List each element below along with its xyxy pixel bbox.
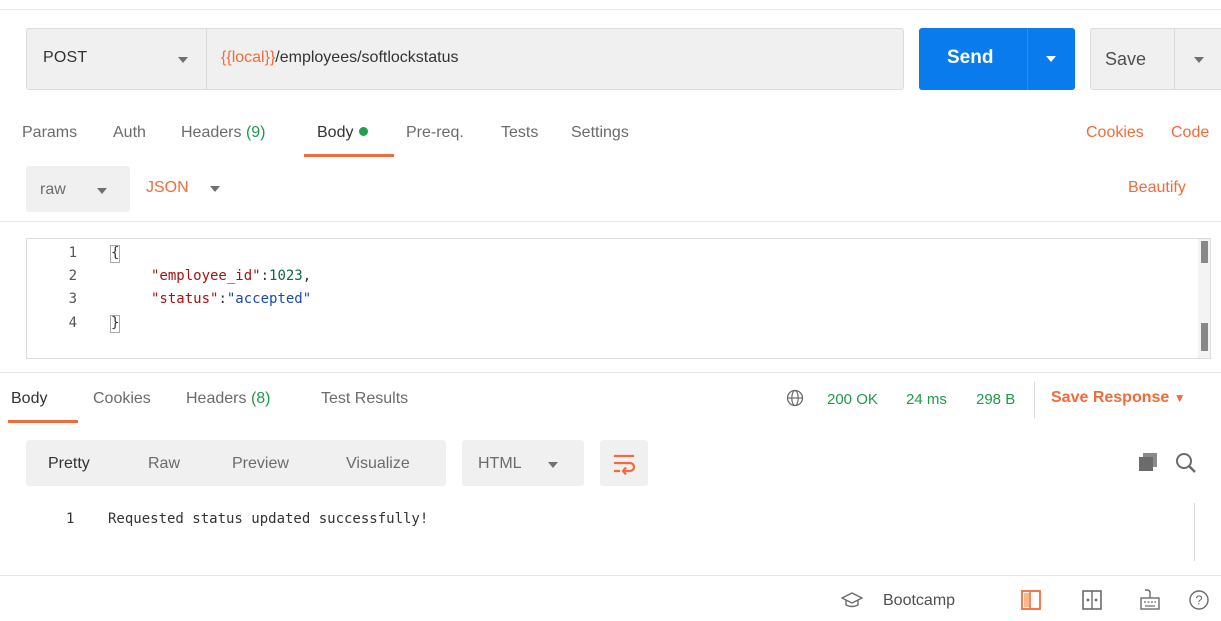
tab-body-label: Body [317, 124, 354, 141]
tab-tests[interactable]: Tests [501, 124, 538, 142]
request-body-editor[interactable]: 1 2 3 4 { "employee_id":1023, "status":"… [26, 238, 1211, 359]
tab-headers-count: (9) [245, 124, 266, 141]
wrap-lines-button[interactable] [600, 440, 648, 486]
status-divider [1034, 382, 1035, 418]
chevron-down-icon [178, 57, 188, 63]
tab-params[interactable]: Params [22, 124, 77, 142]
view-tab-visualize[interactable]: Visualize [346, 455, 410, 473]
body-mode-label: raw [40, 181, 66, 198]
keyboard-shortcuts-icon[interactable] [1139, 587, 1161, 616]
json-key: "status" [151, 291, 219, 307]
editor-scrollbar[interactable] [1198, 239, 1210, 358]
tab-headers-label: Headers [181, 124, 242, 141]
response-tab-cookies[interactable]: Cookies [93, 390, 151, 408]
wrap-icon [612, 451, 636, 480]
send-divider [1027, 28, 1028, 90]
send-button[interactable]: Send [919, 28, 1075, 90]
code-line-2: "employee_id":1023, [151, 268, 311, 284]
section-divider [0, 221, 1221, 222]
view-tab-preview[interactable]: Preview [232, 455, 289, 473]
tab-headers[interactable]: Headers (9) [181, 124, 266, 142]
body-indicator-dot [359, 127, 369, 137]
url-path: /employees/softlockstatus [275, 49, 459, 66]
chevron-down-icon [548, 462, 558, 468]
tab-settings[interactable]: Settings [571, 124, 629, 142]
url-input[interactable]: {{local}}/employees/softlockstatus [206, 28, 904, 90]
code-line-3: "status":"accepted" [151, 291, 311, 307]
send-label: Send [947, 47, 994, 68]
search-icon[interactable] [1174, 451, 1198, 480]
code-link[interactable]: Code [1171, 124, 1209, 142]
response-tab-headers-label: Headers [186, 390, 247, 407]
body-mode-select[interactable]: raw [26, 166, 130, 212]
save-response-label: Save Response [1051, 389, 1170, 406]
bootcamp-icon [840, 590, 864, 615]
split-view-icon[interactable] [1081, 589, 1103, 616]
status-code: 200 OK [827, 391, 878, 408]
method-select[interactable]: POST [26, 28, 206, 90]
json-comma: , [302, 268, 312, 284]
two-pane-icon[interactable] [1020, 589, 1042, 616]
line-number: 3 [68, 291, 77, 307]
scrollbar-thumb[interactable] [1201, 323, 1208, 351]
save-options-chevron-icon[interactable] [1194, 57, 1204, 63]
url-variable: {{local}} [221, 49, 276, 66]
language-select[interactable]: JSON [146, 179, 189, 197]
response-scrollbar-edge [1194, 503, 1195, 561]
response-tab-headers-count: (8) [250, 390, 271, 407]
view-tab-raw[interactable]: Raw [148, 455, 180, 473]
cookies-link[interactable]: Cookies [1086, 124, 1144, 142]
json-colon: : [218, 291, 227, 307]
view-tab-pretty[interactable]: Pretty [48, 455, 90, 473]
scrollbar-thumb[interactable] [1201, 241, 1208, 263]
help-icon[interactable]: ? [1188, 589, 1210, 616]
format-select[interactable]: HTML [462, 440, 584, 486]
line-number: 2 [68, 268, 77, 284]
response-tab-body[interactable]: Body [11, 390, 47, 408]
save-response-button[interactable]: Save Response ▼ [1051, 389, 1186, 407]
tab-pre-request[interactable]: Pre-req. [406, 124, 464, 142]
response-time: 24 ms [906, 391, 947, 408]
save-divider [1174, 29, 1175, 89]
method-label: POST [43, 49, 88, 66]
line-number: 4 [68, 315, 77, 331]
top-divider [0, 9, 1221, 10]
line-number: 1 [68, 245, 77, 261]
tab-body[interactable]: Body [317, 124, 369, 142]
beautify-link[interactable]: Beautify [1128, 179, 1186, 197]
response-tab-headers[interactable]: Headers (8) [186, 390, 271, 408]
editor-gutter: 1 2 3 4 [27, 239, 122, 358]
format-label: HTML [478, 455, 522, 472]
code-line-1: { [111, 245, 120, 261]
active-tab-underline [304, 154, 394, 157]
json-key: "employee_id" [151, 268, 261, 284]
pane-divider[interactable] [0, 372, 1221, 373]
response-body-text: Requested status updated successfully! [108, 511, 429, 527]
svg-text:?: ? [1195, 593, 1202, 608]
json-colon: : [260, 268, 270, 284]
footer-divider [0, 575, 1221, 576]
send-options-chevron-icon[interactable] [1046, 56, 1056, 62]
response-tab-test-results[interactable]: Test Results [321, 390, 408, 408]
bootcamp-link[interactable]: Bootcamp [883, 592, 955, 610]
chevron-down-icon: ▼ [1173, 391, 1186, 405]
tab-auth[interactable]: Auth [113, 124, 146, 142]
json-value: "accepted" [226, 291, 312, 307]
save-button[interactable]: Save [1090, 28, 1221, 90]
response-size: 298 B [976, 391, 1016, 408]
response-view-tabs: Pretty Raw Preview Visualize [26, 440, 446, 486]
json-value: 1023 [269, 268, 303, 284]
globe-icon [786, 389, 804, 412]
save-label: Save [1105, 49, 1147, 69]
chevron-down-icon [97, 188, 107, 194]
response-line-number: 1 [66, 511, 75, 527]
language-chevron-down-icon[interactable] [210, 186, 220, 192]
code-line-4: } [111, 315, 120, 331]
response-active-underline [8, 420, 78, 423]
copy-icon[interactable] [1137, 451, 1159, 478]
